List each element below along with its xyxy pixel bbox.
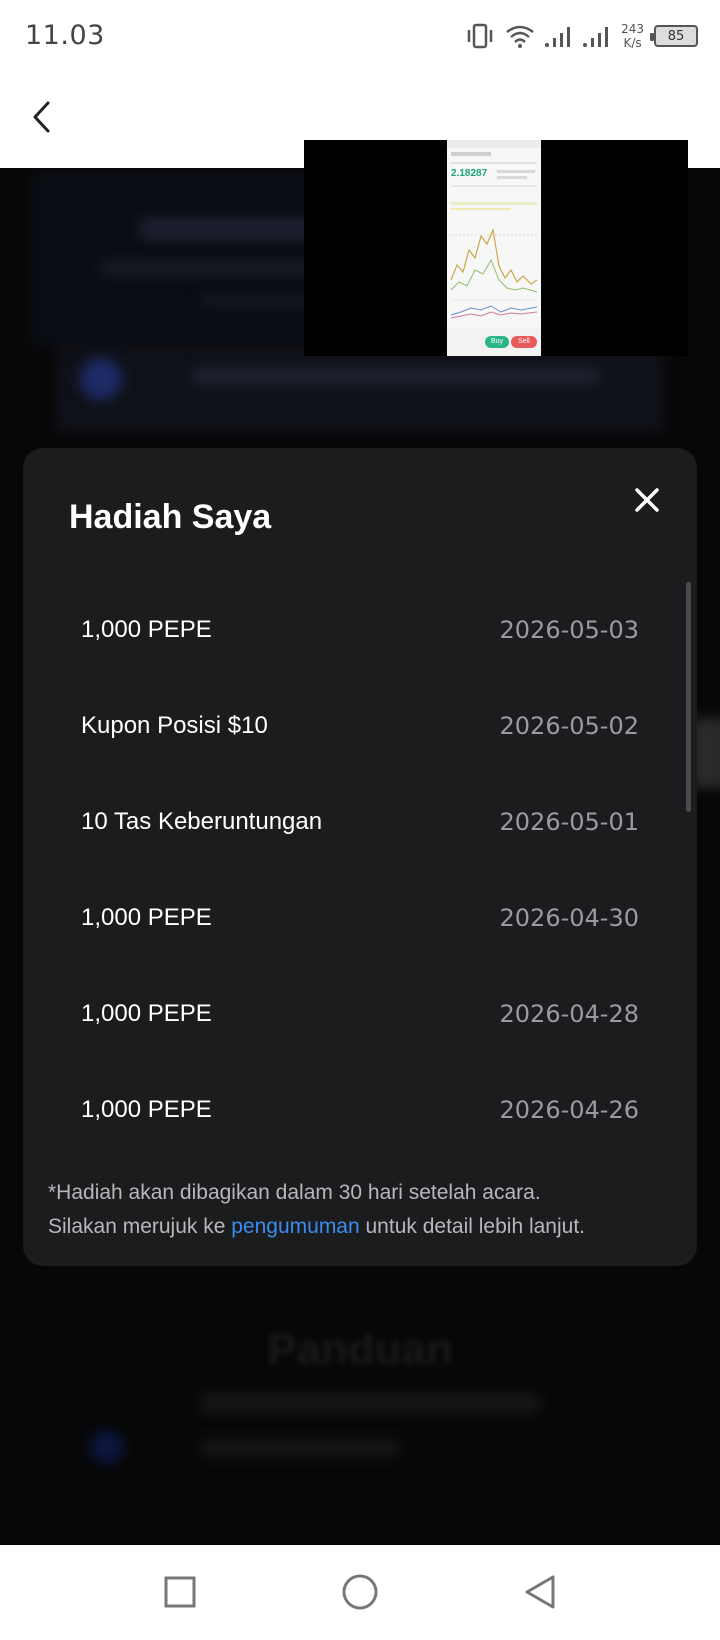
bg-info-icon — [80, 358, 122, 400]
note-suffix: untuk detail lebih lanjut. — [359, 1215, 586, 1238]
system-nav-bar — [0, 1545, 720, 1640]
reward-date: 2026-05-01 — [499, 808, 639, 836]
reward-item: 1,000 PEPE 2026-04-28 — [23, 966, 697, 1062]
battery-level: 85 — [667, 28, 685, 44]
thumbnail-sell-label: Sell — [518, 338, 530, 345]
close-icon — [635, 488, 659, 512]
thumbnail-preview: 2.18287 Buy Sell — [447, 140, 541, 356]
reward-name: 10 Tas Keberuntungan — [81, 808, 323, 835]
thumbnail-chart — [447, 140, 541, 356]
modal-title: Hadiah Saya — [69, 498, 272, 536]
home-button[interactable] — [338, 1570, 382, 1614]
signal-icon-2 — [583, 27, 609, 47]
screenshot-thumbnail[interactable]: 2.18287 Buy Sell — [304, 140, 688, 356]
reward-date: 2026-05-03 — [499, 616, 639, 644]
reward-date: 2026-05-02 — [499, 712, 639, 740]
nav-back-button[interactable] — [518, 1570, 562, 1614]
network-speed-unit: K/s — [623, 36, 642, 50]
reward-note: *Hadiah akan dibagikan dalam 30 hari set… — [48, 1176, 678, 1244]
network-speed: 243 K/s — [621, 22, 644, 50]
reward-date: 2026-04-28 — [499, 1000, 639, 1028]
signal-icon — [545, 27, 571, 47]
recents-button[interactable] — [158, 1570, 202, 1614]
status-icons: 243 K/s 85 — [465, 18, 698, 54]
circle-icon — [342, 1574, 378, 1610]
note-prefix: Silakan merujuk ke — [48, 1215, 232, 1238]
thumbnail-buy-label: Buy — [491, 338, 504, 345]
reward-name: 1,000 PEPE — [81, 904, 212, 931]
triangle-icon — [525, 1575, 555, 1609]
bg-guide-item — [200, 1393, 540, 1413]
reward-item: 1,000 PEPE 2026-05-03 — [23, 582, 697, 678]
network-speed-value: 243 — [621, 22, 644, 36]
reward-date: 2026-04-26 — [499, 1096, 639, 1124]
status-bar: 11.03 243 K/s 85 — [0, 0, 720, 75]
reward-item: 10 Tas Keberuntungan 2026-05-01 — [23, 774, 697, 870]
square-icon — [164, 1576, 196, 1608]
reward-name: 1,000 PEPE — [81, 616, 212, 643]
reward-date: 2026-04-30 — [499, 904, 639, 932]
back-arrow-icon — [33, 101, 50, 133]
reward-name: 1,000 PEPE — [81, 1096, 212, 1123]
reward-item: 1,000 PEPE 2026-04-26 — [23, 1062, 697, 1158]
battery-indicator: 85 — [650, 25, 698, 47]
bg-info-text — [190, 368, 600, 384]
reward-name: Kupon Posisi $10 — [81, 712, 268, 739]
reward-item: Kupon Posisi $10 2026-05-02 — [23, 678, 697, 774]
bg-guide-icon — [90, 1430, 124, 1464]
reward-item: 1,000 PEPE 2026-04-30 — [23, 870, 697, 966]
vibrate-icon — [467, 23, 493, 49]
close-button[interactable] — [627, 480, 667, 520]
note-line-2: Silakan merujuk ke pengumuman untuk deta… — [48, 1210, 678, 1244]
note-line-1: *Hadiah akan dibagikan dalam 30 hari set… — [48, 1181, 541, 1204]
reward-name: 1,000 PEPE — [81, 1000, 212, 1027]
status-time: 11.03 — [25, 20, 105, 51]
bg-section-title: Panduan — [267, 1325, 453, 1374]
announcement-link[interactable]: pengumuman — [231, 1215, 359, 1238]
bg-info-card — [55, 343, 665, 433]
back-button[interactable] — [22, 97, 62, 137]
reward-list[interactable]: 1,000 PEPE 2026-05-03 Kupon Posisi $10 2… — [23, 582, 697, 1158]
my-rewards-modal: Hadiah Saya 1,000 PEPE 2026-05-03 Kupon … — [23, 448, 697, 1266]
reward-list-scrollbar[interactable] — [686, 582, 691, 812]
wifi-icon — [506, 25, 534, 48]
bg-guide-item-2 — [200, 1438, 400, 1458]
